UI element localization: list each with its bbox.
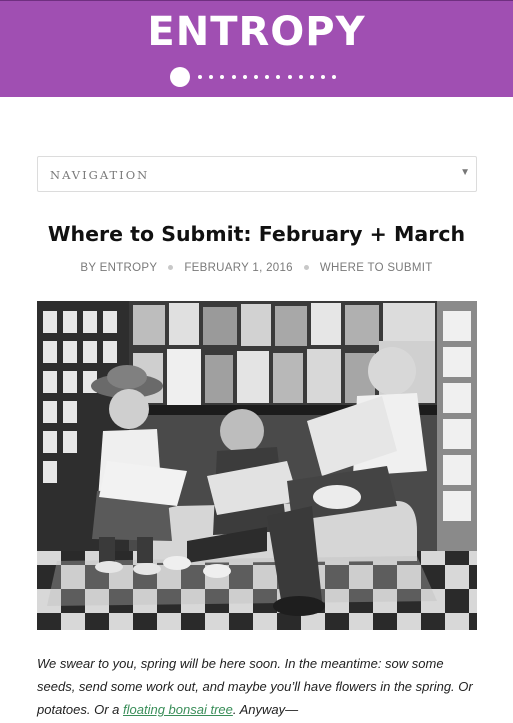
logo-dots-decoration [170,67,345,87]
logo-small-dot [254,75,258,79]
logo-small-dot [231,75,236,79]
dropdown-arrow-icon: ▼ [460,167,470,178]
logo-small-dot [242,75,247,79]
logo-small-dot [198,75,202,79]
logo-small-dot [321,75,326,79]
featured-image[interactable] [37,301,477,630]
excerpt-text-after: . Anyway— [232,702,299,717]
logo-small-dot [220,75,225,79]
post-category-link[interactable]: WHERE TO SUBMIT [320,262,433,274]
logo-small-dot [298,75,303,79]
site-header: ENTROPY [0,0,513,97]
logo-small-dot [209,75,214,79]
logo-small-dot [265,75,270,79]
post-excerpt: We swear to you, spring will be here soo… [37,652,477,721]
logo-small-dot [332,75,337,79]
post-meta: BY ENTROPY FEBRUARY 1, 2016 WHERE TO SUBMI… [0,262,513,274]
floating-bonsai-tree-link[interactable]: floating bonsai tree [123,702,233,717]
post-title[interactable]: Where to Submit: February + March [0,222,513,246]
logo-large-dot [170,67,190,87]
meta-separator [303,265,309,271]
post-author-link[interactable]: BY ENTROPY [80,262,157,274]
meta-separator [168,265,174,271]
logo-small-dot [310,75,314,79]
logo-small-dot [276,75,281,79]
post-date-link[interactable]: FEBRUARY 1, 2016 [184,262,293,274]
navigation-dropdown[interactable]: NAVIGATION ▼ [37,156,477,192]
featured-photo [37,301,477,630]
site-logo[interactable]: ENTROPY [0,9,513,55]
navigation-label: NAVIGATION [50,168,150,182]
logo-small-dot [287,75,292,79]
